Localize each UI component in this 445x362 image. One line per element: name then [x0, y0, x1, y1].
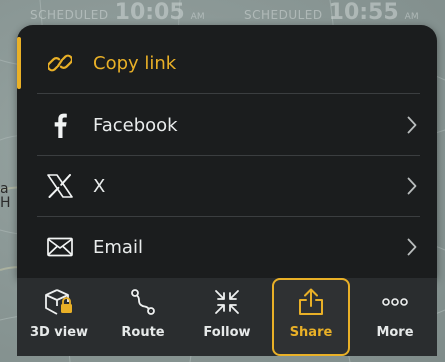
more-dots-icon [379, 287, 411, 317]
chevron-right-icon [404, 176, 420, 196]
scheduled-departure: SCHEDULED 10:05 AM [30, 0, 205, 24]
bottom-toolbar: 3D view Route Follow Share More [17, 278, 437, 356]
chevron-right-icon [404, 115, 420, 135]
map-place-label: aH [0, 181, 11, 211]
toolbar-3d-view-button[interactable]: 3D view [17, 278, 101, 356]
share-option-label: Facebook [93, 114, 178, 136]
scheduled-label: SCHEDULED [244, 8, 323, 22]
toolbar-label: 3D view [29, 325, 89, 340]
scheduled-label: SCHEDULED [30, 8, 109, 22]
share-option-copy-link[interactable]: Copy link [37, 33, 420, 93]
chevron-right-icon [404, 237, 420, 257]
flight-times-strip: SCHEDULED 10:05 AM SCHEDULED 10:55 AM [0, 0, 445, 24]
toolbar-label: Route [121, 325, 165, 340]
toolbar-share-button[interactable]: Share [269, 278, 353, 356]
envelope-icon [41, 233, 79, 261]
link-icon [41, 49, 79, 77]
toolbar-label: More [376, 325, 414, 340]
cube-lock-icon [43, 287, 75, 317]
share-option-email[interactable]: Email [37, 217, 420, 277]
route-icon [127, 287, 159, 317]
share-option-label: X [93, 175, 106, 197]
share-option-label: Email [93, 236, 143, 258]
time-ampm: AM [190, 12, 205, 22]
x-logo-icon [41, 172, 79, 200]
toolbar-more-button[interactable]: More [353, 278, 437, 356]
toolbar-follow-button[interactable]: Follow [185, 278, 269, 356]
scheduled-time: 10:55 [328, 0, 399, 24]
share-option-label: Copy link [93, 52, 177, 74]
selection-indicator [17, 37, 21, 89]
divider [37, 93, 420, 94]
facebook-icon [41, 111, 79, 139]
toolbar-label: Share [289, 325, 333, 340]
scheduled-arrival: SCHEDULED 10:55 AM [244, 0, 419, 24]
scheduled-time: 10:05 [114, 0, 185, 24]
toolbar-label: Follow [203, 325, 251, 340]
toolbar-route-button[interactable]: Route [101, 278, 185, 356]
collapse-arrows-icon [211, 287, 243, 317]
share-icon [295, 287, 327, 317]
time-ampm: AM [404, 12, 419, 22]
share-sheet: Copy link Facebook X Email [17, 25, 437, 278]
share-option-facebook[interactable]: Facebook [37, 95, 420, 155]
share-option-x[interactable]: X [37, 156, 420, 216]
